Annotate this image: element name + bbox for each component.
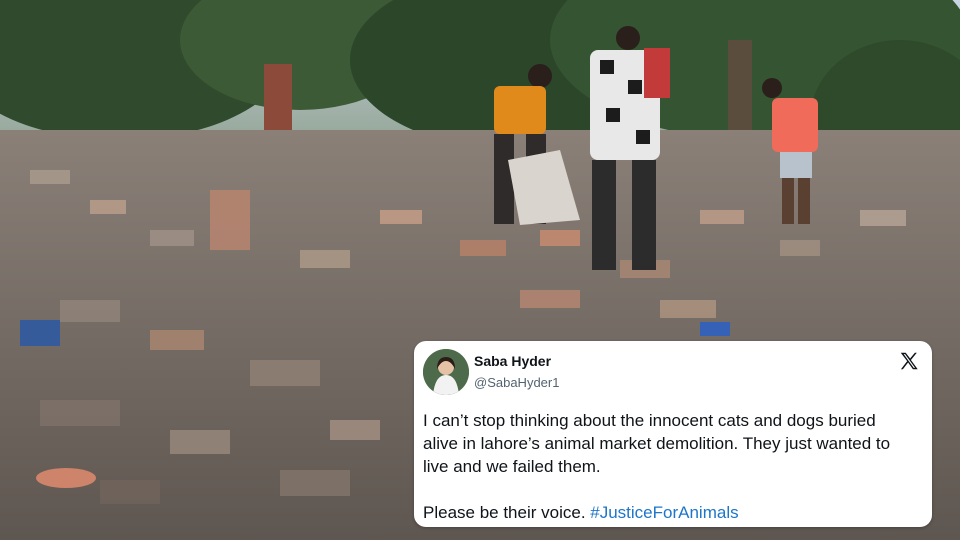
author-name[interactable]: Saba Hyder <box>474 353 551 369</box>
tweet-body-text: I can’t stop thinking about the innocent… <box>423 411 891 476</box>
x-logo-icon[interactable] <box>898 350 920 372</box>
tweet-closing: Please be their voice. #JusticeForAnimal… <box>423 501 913 524</box>
tweet-body: I can’t stop thinking about the innocent… <box>423 409 913 524</box>
author-handle[interactable]: @SabaHyder1 <box>474 375 559 390</box>
tweet-card[interactable]: Saba Hyder @SabaHyder1 I can’t stop thin… <box>414 341 932 527</box>
tweet-closing-text: Please be their voice. <box>423 503 591 522</box>
hashtag-link[interactable]: #JusticeForAnimals <box>590 503 738 522</box>
avatar[interactable] <box>423 349 469 395</box>
avatar-image <box>423 349 469 395</box>
